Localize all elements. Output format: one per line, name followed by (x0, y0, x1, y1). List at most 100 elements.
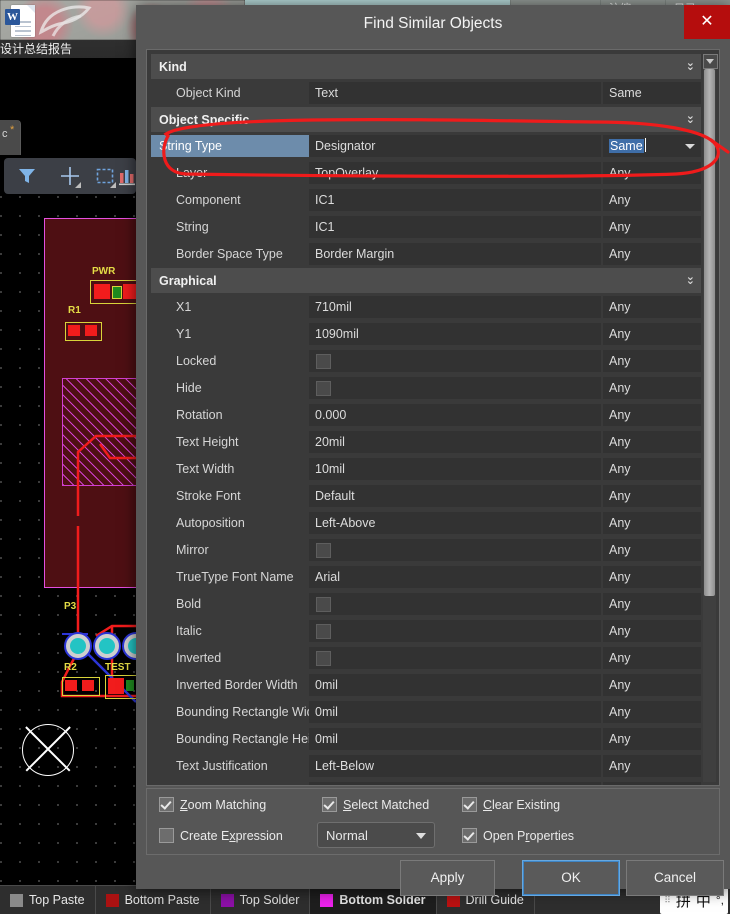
criteria-value[interactable]: IC1 (309, 189, 601, 211)
criteria-value[interactable]: TopOverlay (309, 162, 601, 184)
option-create-expression[interactable]: Create Expression (159, 828, 283, 843)
criteria-row[interactable]: Italic Any (151, 618, 701, 644)
criteria-match-mode[interactable]: Any (603, 647, 701, 669)
section-header-graphical[interactable]: Graphical ⌄ ⌄ (151, 268, 701, 294)
checkbox-open-properties[interactable] (462, 828, 477, 843)
criteria-value[interactable] (309, 593, 601, 615)
criteria-row[interactable]: Text Height 20mil Any (151, 429, 701, 455)
criteria-row[interactable]: Border Space Type Border Margin Any (151, 241, 701, 267)
pcb-floating-toolbar[interactable] (4, 158, 136, 194)
close-icon[interactable]: ✕ (684, 5, 730, 39)
criteria-row[interactable]: Bounding Rectangle Height0mil Any (151, 726, 701, 752)
criteria-match-mode[interactable]: Any (603, 189, 701, 211)
criteria-row[interactable]: String IC1 Any (151, 214, 701, 240)
criteria-match-mode[interactable]: Any (603, 458, 701, 480)
criteria-value-checkbox[interactable] (316, 543, 331, 558)
criteria-scrollbar[interactable] (703, 54, 718, 782)
layer-tab-top-paste[interactable]: Top Paste (0, 886, 96, 914)
bar-chart-icon[interactable] (116, 165, 138, 187)
criteria-match-mode[interactable]: Any (603, 512, 701, 534)
criteria-row[interactable]: Component IC1 Any (151, 187, 701, 213)
scroll-down-arrow-icon[interactable] (703, 54, 718, 69)
checkbox-select-matched[interactable] (322, 797, 337, 812)
criteria-value[interactable]: Default (309, 485, 601, 507)
criteria-match-mode[interactable]: Any (603, 782, 701, 785)
criteria-match-mode[interactable]: Any (603, 539, 701, 561)
criteria-match-mode[interactable]: Any (603, 593, 701, 615)
option-clear-existing[interactable]: Clear Existing (462, 797, 560, 812)
criteria-value[interactable] (309, 647, 601, 669)
cancel-button[interactable]: Cancel (626, 860, 724, 896)
criteria-match-mode[interactable]: Any (603, 674, 701, 696)
criteria-value[interactable]: 0mil (309, 674, 601, 696)
scope-select[interactable]: Normal (317, 822, 435, 848)
criteria-match-mode[interactable]: Any (603, 350, 701, 372)
criteria-value-checkbox[interactable] (316, 651, 331, 666)
criteria-value[interactable]: Arial (309, 566, 601, 588)
criteria-match-mode[interactable]: Any (603, 404, 701, 426)
criteria-row[interactable]: Bounding Rectangle Width0mil Any (151, 699, 701, 725)
criteria-row[interactable]: Hide Any (151, 375, 701, 401)
criteria-match-mode[interactable]: Same (603, 82, 701, 104)
criteria-value[interactable]: IC1 (309, 216, 601, 238)
criteria-value-checkbox[interactable] (316, 354, 331, 369)
chevron-collapse-icon[interactable]: ⌄ ⌄ (686, 58, 695, 73)
criteria-value[interactable]: 0mil (309, 782, 601, 785)
section-header-object-specific[interactable]: Object Specific ⌄ ⌄ (151, 107, 701, 133)
chevron-collapse-icon[interactable]: ⌄ ⌄ (686, 272, 695, 287)
checkbox-clear-existing[interactable] (462, 797, 477, 812)
criteria-row[interactable]: Rotation 0.000 Any (151, 402, 701, 428)
criteria-value[interactable]: 710mil (309, 296, 601, 318)
option-open-properties[interactable]: Open Properties (462, 828, 574, 843)
criteria-value[interactable]: 0mil (309, 701, 601, 723)
criteria-row[interactable]: Text Width 10mil Any (151, 456, 701, 482)
criteria-row[interactable]: Inverted Text Offset0milAny (151, 780, 701, 785)
criteria-match-mode[interactable]: Any (603, 431, 701, 453)
criteria-value[interactable]: 1090mil (309, 323, 601, 345)
criteria-row[interactable]: Object Kind Text Same (151, 80, 701, 106)
criteria-match-mode[interactable]: Any (603, 243, 701, 265)
criteria-row[interactable]: Layer TopOverlay Any (151, 160, 701, 186)
option-zoom-matching[interactable]: Zoom Matching (159, 797, 266, 812)
criteria-row[interactable]: Text Justification Left-Below Any (151, 753, 701, 779)
checkbox-zoom-matching[interactable] (159, 797, 174, 812)
marquee-select-icon[interactable] (94, 165, 116, 188)
criteria-match-mode[interactable]: Any (603, 162, 701, 184)
editor-document-tab[interactable]: c * (0, 120, 21, 155)
criteria-value-checkbox[interactable] (316, 597, 331, 612)
criteria-match-mode[interactable]: Any (603, 485, 701, 507)
scrollbar-thumb[interactable] (704, 69, 715, 596)
criteria-value[interactable]: 0.000 (309, 404, 601, 426)
criteria-value[interactable]: Border Margin (309, 243, 601, 265)
criteria-match-mode[interactable]: Same (603, 135, 701, 157)
criteria-value[interactable]: Text (309, 82, 601, 104)
criteria-row[interactable]: X1 710mil Any (151, 294, 701, 320)
criteria-value[interactable] (309, 350, 601, 372)
criteria-value[interactable]: Designator (309, 135, 601, 157)
criteria-row[interactable]: Mirror Any (151, 537, 701, 563)
checkbox-create-expression[interactable] (159, 828, 174, 843)
criteria-match-mode[interactable]: Any (603, 216, 701, 238)
crosshair-icon[interactable] (59, 165, 81, 188)
criteria-value-checkbox[interactable] (316, 381, 331, 396)
criteria-match-mode[interactable]: Any (603, 566, 701, 588)
criteria-value[interactable] (309, 539, 601, 561)
chevron-collapse-icon[interactable]: ⌄ ⌄ (686, 111, 695, 126)
ok-button[interactable]: OK (522, 860, 620, 896)
apply-button[interactable]: Apply (400, 860, 495, 896)
section-header-kind[interactable]: Kind ⌄ ⌄ (151, 54, 701, 80)
option-select-matched[interactable]: Select Matched (322, 797, 429, 812)
criteria-row[interactable]: TrueType Font Name Arial Any (151, 564, 701, 590)
criteria-value[interactable] (309, 620, 601, 642)
criteria-match-mode[interactable]: Any (603, 377, 701, 399)
criteria-grid[interactable]: Kind ⌄ ⌄ Object Kind Text Same Object Specific… (151, 54, 701, 785)
criteria-row[interactable]: Inverted Any (151, 645, 701, 671)
criteria-row[interactable]: Bold Any (151, 591, 701, 617)
criteria-value[interactable]: 10mil (309, 458, 601, 480)
criteria-row[interactable]: Stroke Font Default Any (151, 483, 701, 509)
criteria-value[interactable]: Left-Above (309, 512, 601, 534)
criteria-value[interactable]: Left-Below (309, 755, 601, 777)
criteria-match-mode[interactable]: Any (603, 620, 701, 642)
criteria-value[interactable]: 0mil (309, 728, 601, 750)
criteria-match-mode[interactable]: Any (603, 755, 701, 777)
